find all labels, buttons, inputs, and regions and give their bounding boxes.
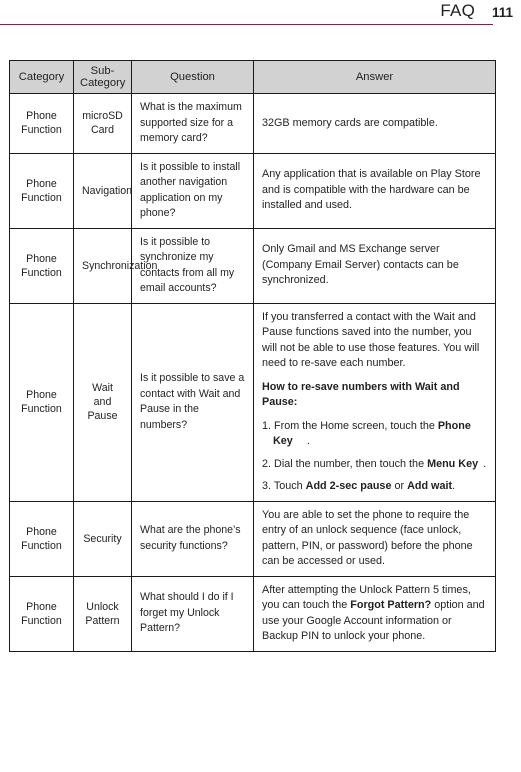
cell-category: Phone Function	[9, 500, 74, 577]
step-text-after: .	[306, 435, 310, 447]
step-text: From the Home screen, touch the	[274, 419, 435, 432]
cell-answer: Any application that is available on Pla…	[253, 152, 496, 229]
cell-question: Is it possible to save a contact with Wa…	[131, 302, 254, 502]
column-header-sub-category: Sub-Category	[73, 60, 132, 94]
column-header-question: Question	[131, 60, 254, 94]
cell-question: What are the phone’s security functions?	[131, 500, 254, 577]
faq-table-wrapper: Category Sub-Category Question Answer Ph…	[9, 60, 496, 652]
cell-sub-category: Security	[73, 500, 132, 577]
cell-category: Phone Function	[9, 227, 74, 304]
cell-category: Phone Function	[9, 302, 74, 502]
cell-answer: Only Gmail and MS Exchange server (Compa…	[253, 227, 496, 304]
answer-step-list: 1. From the Home screen, touch the Phone…	[262, 419, 487, 495]
page-number: 111	[491, 5, 513, 20]
cell-question: Is it possible to install another naviga…	[131, 152, 254, 229]
step-conjunction: or	[394, 480, 405, 492]
step-bold-option-b: Add wait	[407, 480, 453, 492]
answer-subheading: How to re-save numbers with Wait and Pau…	[262, 380, 460, 409]
table-header-row: Category Sub-Category Question Answer	[9, 60, 496, 94]
answer-lead-paragraph: If you transferred a contact with the Wa…	[262, 310, 480, 370]
step-bold-option-a: Add 2-sec pause	[305, 480, 392, 492]
faq-table: Category Sub-Category Question Answer Ph…	[9, 60, 496, 652]
step-number: 3.	[262, 480, 272, 492]
cell-question: What should I do if I forget my Unlock P…	[131, 575, 254, 652]
page-header: FAQ 111	[0, 0, 521, 30]
table-header: Category Sub-Category Question Answer	[9, 60, 496, 94]
step-text: Touch	[273, 480, 303, 492]
list-item: 2. Dial the number, then touch the Menu …	[262, 457, 487, 473]
table-row: Phone Function Unlock Pattern What shoul…	[9, 575, 496, 652]
step-number: 2.	[262, 457, 272, 470]
page-title: FAQ	[440, 1, 475, 20]
cell-answer: If you transferred a contact with the Wa…	[253, 302, 496, 502]
cell-sub-category: Synchronization	[73, 227, 157, 304]
cell-category: Phone Function	[9, 575, 74, 652]
cell-sub-category: Navigation	[73, 152, 132, 229]
list-item: 3. Touch Add 2-sec pause or Add wait.	[262, 479, 487, 495]
table-row: Phone Function Navigation Is it possible…	[9, 152, 496, 229]
answer-bold-option: Forgot Pattern?	[350, 599, 432, 611]
cell-sub-category: microSD Card	[73, 93, 132, 154]
table-row: Phone Function Security What are the pho…	[9, 500, 496, 577]
cell-category: Phone Function	[9, 152, 74, 229]
cell-sub-category: Wait and Pause	[73, 302, 132, 502]
phone-key-icon	[293, 434, 306, 446]
column-header-category: Category	[9, 60, 74, 94]
table-row: Phone Function microSD Card What is the …	[9, 93, 496, 154]
step-number: 1.	[262, 419, 272, 432]
table-row: Phone Function Synchronization Is it pos…	[9, 227, 496, 304]
cell-question: Is it possible to synchronize my contact…	[131, 227, 254, 304]
table-body: Phone Function microSD Card What is the …	[9, 93, 496, 652]
cell-answer: After attempting the Unlock Pattern 5 ti…	[253, 575, 496, 652]
step-bold-label: Menu Key	[427, 457, 479, 470]
list-item: 1. From the Home screen, touch the Phone…	[262, 419, 487, 450]
cell-answer: 32GB memory cards are compatible.	[253, 93, 496, 154]
cell-question: What is the maximum supported size for a…	[131, 93, 254, 154]
step-text-after: .	[483, 457, 487, 470]
cell-sub-category: Unlock Pattern	[73, 575, 132, 652]
column-header-answer: Answer	[253, 60, 496, 94]
cell-category: Phone Function	[9, 93, 74, 154]
header-divider	[0, 24, 493, 26]
step-text-after: .	[452, 480, 456, 492]
cell-answer: You are able to set the phone to require…	[253, 500, 496, 577]
step-text: Dial the number, then touch the	[274, 457, 425, 470]
table-row: Phone Function Wait and Pause Is it poss…	[9, 302, 496, 502]
